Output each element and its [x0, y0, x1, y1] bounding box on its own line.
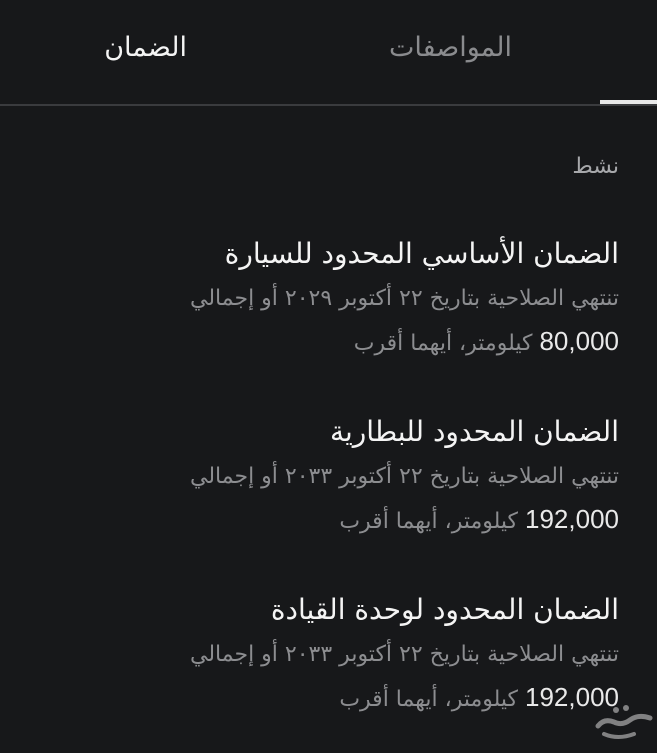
warranty-title: الضمان المحدود للبطارية — [329, 415, 619, 448]
warranty-km-suffix: كيلومتر، أيهما أقرب — [339, 509, 519, 534]
warranty-item-drive-unit: الضمان المحدود لوحدة القيادة تنتهي الصلا… — [39, 590, 619, 721]
warranty-expiry-text: تنتهي الصلاحية بتاريخ ٢٢ أكتوبر ٢٠٣٣ أو … — [190, 464, 619, 489]
warranty-item-battery: الضمان المحدود للبطارية تنتهي الصلاحية ب… — [39, 412, 619, 543]
warranty-description: تنتهي الصلاحية بتاريخ ٢٢ أكتوبر ٢٠٢٩ أو … — [39, 278, 619, 365]
warranty-description: تنتهي الصلاحية بتاريخ ٢٢ أكتوبر ٢٠٣٣ أو … — [39, 634, 619, 721]
warranty-expiry-text: تنتهي الصلاحية بتاريخ ٢٢ أكتوبر ٢٠٢٩ أو … — [190, 286, 619, 311]
warranty-km-suffix: كيلومتر، أيهما أقرب — [353, 331, 533, 356]
tab-bar: الضمان المواصفات — [0, 0, 657, 106]
warranty-title: الضمان المحدود لوحدة القيادة — [270, 593, 619, 626]
warranty-km-value: 80,000 — [539, 326, 619, 356]
warranty-km-value: 192,000 — [525, 504, 619, 534]
warranty-expiry-text: تنتهي الصلاحية بتاريخ ٢٢ أكتوبر ٢٠٣٣ أو … — [190, 642, 619, 667]
tab-warranty[interactable]: الضمان — [104, 28, 187, 68]
haraj-logo-icon — [595, 705, 653, 739]
warranty-km-suffix: كيلومتر، أيهما أقرب — [339, 687, 519, 712]
tab-active-indicator — [600, 100, 657, 104]
warranty-title: الضمان الأساسي المحدود للسيارة — [224, 237, 619, 270]
tab-specs[interactable]: المواصفات — [389, 28, 512, 68]
warranty-item-vehicle: الضمان الأساسي المحدود للسيارة تنتهي الص… — [39, 234, 619, 365]
warranty-description: تنتهي الصلاحية بتاريخ ٢٢ أكتوبر ٢٠٣٣ أو … — [39, 456, 619, 543]
status-label: نشط — [572, 154, 619, 179]
